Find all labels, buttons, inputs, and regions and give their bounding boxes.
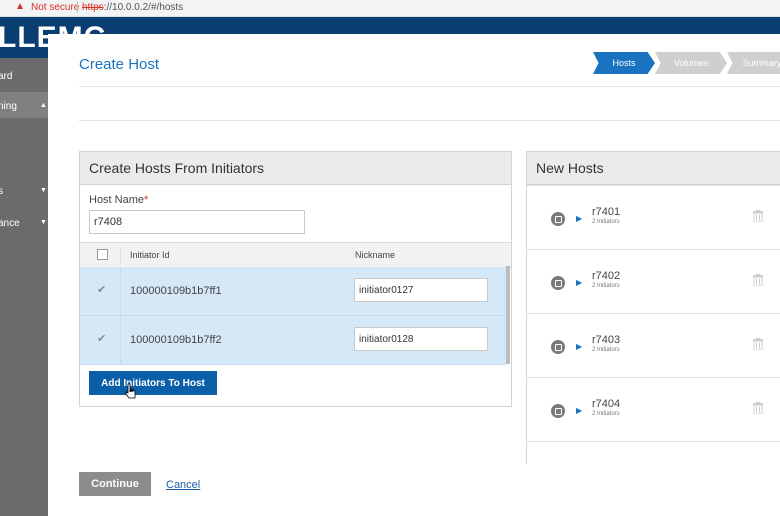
column-initiator-id[interactable]: Initiator Id bbox=[130, 250, 170, 260]
url-scheme: https bbox=[82, 2, 104, 13]
check-icon[interactable]: ✔ bbox=[97, 332, 106, 345]
wizard-step-volumes[interactable]: Volumes bbox=[655, 52, 727, 74]
modal-title: Create Host bbox=[79, 56, 160, 73]
host-initiator-count: 2 Initiators bbox=[592, 347, 620, 353]
sidebar-item-hosts[interactable]: s bbox=[0, 186, 3, 197]
nickname-input[interactable] bbox=[354, 327, 488, 351]
expand-arrow-icon[interactable]: ▶ bbox=[576, 342, 582, 351]
warning-icon: ▲ bbox=[15, 1, 25, 12]
chevron-down-icon[interactable]: ▼ bbox=[40, 219, 47, 226]
host-name: r7402 bbox=[592, 270, 621, 282]
divider bbox=[79, 86, 780, 87]
sidebar-item-provisioning[interactable]: ning bbox=[0, 101, 17, 112]
host-name-label: Host Name* bbox=[89, 194, 148, 206]
url-path: ://10.0.0.2/#/hosts bbox=[103, 2, 184, 13]
chevron-up-icon[interactable]: ▲ bbox=[40, 102, 47, 109]
expand-arrow-icon[interactable]: ▶ bbox=[576, 214, 582, 223]
trash-icon[interactable] bbox=[753, 210, 763, 222]
column-nickname[interactable]: Nickname bbox=[355, 250, 395, 260]
trash-icon[interactable] bbox=[753, 338, 763, 350]
host-name: r7404 bbox=[592, 398, 621, 410]
column-divider bbox=[120, 267, 121, 315]
host-icon bbox=[551, 212, 565, 226]
initiator-id-cell: 100000109b1b7ff1 bbox=[130, 285, 222, 297]
host-icon bbox=[551, 404, 565, 418]
host-name-label-text: Host Name bbox=[89, 194, 145, 206]
continue-button[interactable]: Continue bbox=[79, 472, 151, 496]
panel-header: Create Hosts From Initiators bbox=[80, 152, 511, 185]
host-name: r7403 bbox=[592, 334, 621, 346]
browser-address-bar[interactable]: ▲ Not secure https://10.0.0.2/#/hosts bbox=[0, 0, 780, 17]
add-initiators-button[interactable]: Add Initiators To Host bbox=[89, 371, 217, 395]
list-item[interactable]: ▶ r7403 2 Initiators bbox=[527, 313, 780, 378]
column-divider bbox=[120, 316, 121, 364]
panel-title: Create Hosts From Initiators bbox=[89, 160, 265, 176]
select-all-checkbox[interactable] bbox=[97, 249, 108, 260]
chevron-down-icon[interactable]: ▼ bbox=[40, 187, 47, 194]
expand-arrow-icon[interactable]: ▶ bbox=[576, 278, 582, 287]
panel-title: New Hosts bbox=[536, 160, 604, 176]
list-item[interactable]: ▶ r7404 2 Initiators bbox=[527, 377, 780, 442]
host-icon bbox=[551, 340, 565, 354]
sidebar-item-performance[interactable]: ance bbox=[0, 218, 20, 229]
host-initiator-count: 2 Initiators bbox=[592, 219, 620, 225]
initiator-table-header: Initiator Id Nickname bbox=[80, 242, 511, 268]
panel-header: New Hosts bbox=[527, 152, 780, 185]
wizard-step-summary[interactable]: Summary bbox=[727, 52, 780, 74]
host-name: r7401 bbox=[592, 206, 621, 218]
initiator-id-cell: 100000109b1b7ff2 bbox=[130, 334, 222, 346]
list-item[interactable]: ▶ r7402 2 Initiators bbox=[527, 249, 780, 314]
create-host-modal: Create Host Hosts Volumes Summary Create… bbox=[48, 34, 780, 516]
host-initiator-count: 2 Initiators bbox=[592, 283, 620, 289]
nickname-input[interactable] bbox=[354, 278, 488, 302]
host-icon bbox=[551, 276, 565, 290]
trash-icon[interactable] bbox=[753, 402, 763, 414]
table-row[interactable]: ✔ 100000109b1b7ff2 bbox=[80, 316, 506, 365]
table-scrollbar[interactable] bbox=[506, 266, 510, 364]
list-divider bbox=[527, 441, 780, 464]
address-divider bbox=[77, 1, 78, 13]
trash-icon[interactable] bbox=[753, 274, 763, 286]
required-mark: * bbox=[144, 194, 149, 206]
mouse-pointer-icon bbox=[125, 383, 136, 399]
cancel-link[interactable]: Cancel bbox=[166, 479, 200, 491]
initiators-panel: Create Hosts From Initiators Host Name* … bbox=[79, 151, 512, 407]
sidebar-item-dashboard[interactable]: ard bbox=[0, 71, 12, 82]
new-hosts-panel: New Hosts ▶ r7401 2 Initiators ▶ r7402 2… bbox=[526, 151, 780, 464]
url-text[interactable]: https://10.0.0.2/#/hosts bbox=[82, 2, 183, 13]
check-icon[interactable]: ✔ bbox=[97, 283, 106, 296]
wizard-step-hosts[interactable]: Hosts bbox=[593, 52, 655, 74]
column-divider bbox=[120, 247, 121, 263]
security-label[interactable]: Not secure bbox=[31, 2, 79, 13]
divider bbox=[79, 120, 780, 121]
expand-arrow-icon[interactable]: ▶ bbox=[576, 406, 582, 415]
host-name-input[interactable] bbox=[89, 210, 305, 234]
list-item[interactable]: ▶ r7401 2 Initiators bbox=[527, 185, 780, 250]
table-row[interactable]: ✔ 100000109b1b7ff1 bbox=[80, 267, 506, 316]
host-initiator-count: 2 Initiators bbox=[592, 411, 620, 417]
sidebar: ard ning ▲ s ▼ ance ▼ bbox=[0, 58, 48, 516]
